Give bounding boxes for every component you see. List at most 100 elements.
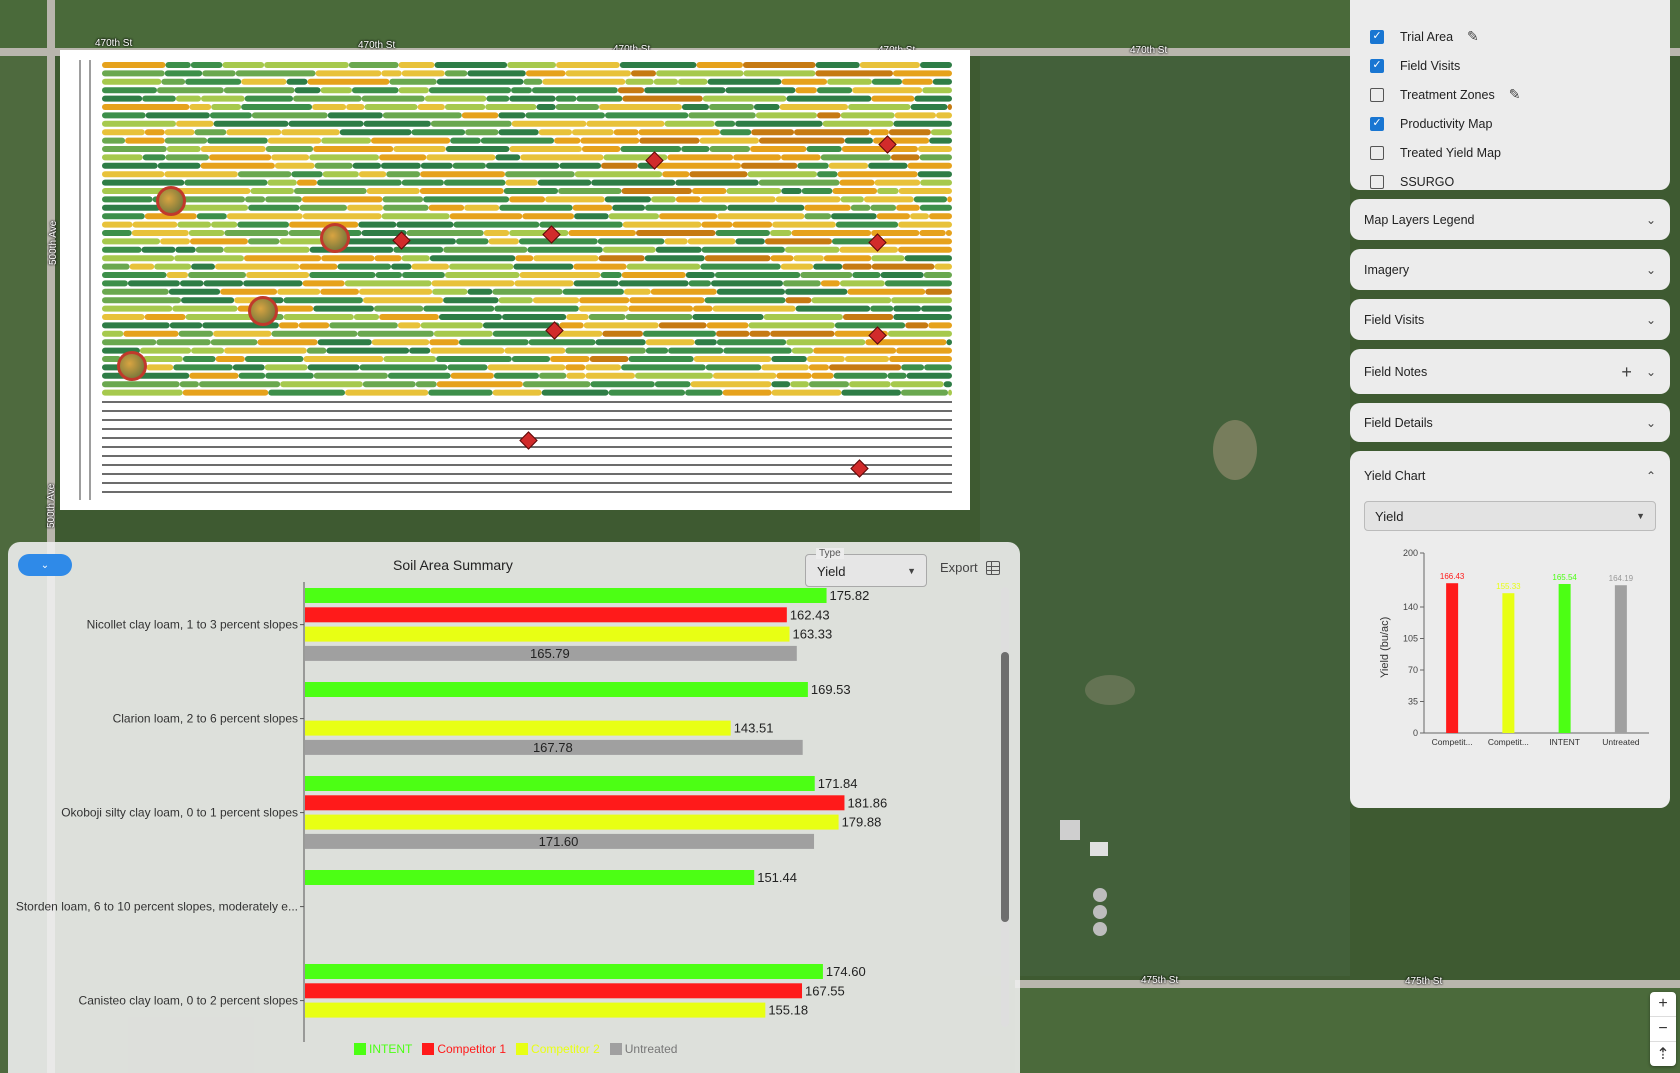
yield-strip-segment: [579, 297, 630, 304]
checkbox-unchecked-icon[interactable]: [1370, 174, 1384, 189]
yield-strip-segment: [213, 120, 289, 127]
bar-competitor-2[interactable]: [305, 814, 839, 830]
yield-bar[interactable]: [1558, 584, 1571, 733]
yield-strip-segment: [505, 171, 575, 178]
field-visit-photo-marker[interactable]: [156, 186, 186, 216]
field-visit-photo-marker[interactable]: [117, 351, 147, 381]
bar-intent[interactable]: [305, 964, 823, 979]
yield-strip-segment: [863, 196, 914, 203]
pencil-icon[interactable]: ✎: [1509, 86, 1521, 103]
farm-building: [1090, 842, 1108, 856]
yield-chart-header[interactable]: Yield Chart ⌃: [1364, 451, 1656, 501]
yield-metric-select[interactable]: Yield ▼: [1364, 501, 1656, 531]
yield-strip-segment: [770, 230, 792, 236]
bar-competitor-2[interactable]: [305, 626, 790, 642]
add-note-icon[interactable]: +: [1621, 363, 1632, 381]
legend-swatch: [422, 1043, 435, 1055]
pencil-icon[interactable]: ✎: [1467, 28, 1479, 45]
bar-intent[interactable]: [305, 682, 808, 697]
yield-strip-segment: [921, 305, 952, 312]
yield-strip-segment: [320, 87, 352, 94]
grain-bin: [1093, 922, 1107, 936]
layer-treatment-zones[interactable]: Treatment Zones ✎: [1350, 80, 1670, 109]
yield-strip-segment: [550, 356, 590, 362]
yield-strip-segment: [887, 372, 907, 379]
layer-productivity-map[interactable]: ✓ Productivity Map: [1350, 109, 1670, 138]
yield-strip-segment: [887, 330, 952, 337]
yield-strip-segment: [822, 120, 894, 127]
yield-bar[interactable]: [1502, 593, 1515, 733]
accordion-field-notes[interactable]: Field Notes + ⌄: [1350, 349, 1670, 394]
legend-item-competitor2[interactable]: Competitor 2: [516, 1042, 600, 1056]
bar-intent[interactable]: [305, 776, 815, 791]
bar-intent[interactable]: [305, 588, 827, 603]
yield-strip-segment: [194, 129, 227, 136]
yield-strip-segment: [293, 188, 367, 194]
accordion-imagery[interactable]: Imagery ⌄: [1350, 249, 1670, 290]
checkbox-checked-icon[interactable]: ✓: [1370, 116, 1384, 131]
yield-strip-segment: [943, 381, 952, 388]
yield-strip-segment: [675, 196, 701, 203]
yield-bar[interactable]: [1446, 583, 1459, 733]
yield-strip-segment: [438, 314, 503, 320]
yield-strip-segment: [771, 381, 791, 388]
yield-strip-segment: [601, 162, 638, 169]
reset-north-button[interactable]: ⇡: [1650, 1042, 1676, 1066]
bar-competitor-1[interactable]: [305, 607, 787, 623]
field-visit-photo-marker[interactable]: [320, 223, 350, 253]
yield-strip-segment: [919, 62, 952, 68]
export-button[interactable]: Export: [940, 560, 1000, 575]
bar-competitor-1[interactable]: [305, 983, 803, 999]
yield-strip-segment: [449, 263, 514, 270]
yield-strip-segment: [831, 213, 877, 220]
accordion-field-visits[interactable]: Field Visits ⌄: [1350, 299, 1670, 340]
zoom-in-button[interactable]: +: [1650, 992, 1676, 1017]
layer-field-visits[interactable]: ✓ Field Visits: [1350, 51, 1670, 80]
yield-strip-segment: [923, 272, 952, 278]
table-export-icon: [985, 560, 1000, 575]
bar-intent[interactable]: [305, 870, 755, 885]
checkbox-checked-icon[interactable]: ✓: [1370, 58, 1384, 73]
yield-strip-segment: [352, 162, 381, 169]
yield-strip-segment: [515, 255, 534, 262]
layer-trial-area[interactable]: ✓ Trial Area ✎: [1350, 22, 1670, 51]
yield-strip-segment: [179, 381, 199, 388]
legend-item-untreated[interactable]: Untreated: [609, 1042, 677, 1056]
yield-strip-segment: [565, 70, 632, 77]
layer-treated-yield-map[interactable]: Treated Yield Map: [1350, 138, 1670, 167]
layer-ssurgo[interactable]: SSURGO: [1350, 167, 1670, 196]
legend-item-competitor1[interactable]: Competitor 1: [422, 1042, 506, 1056]
yield-strip-segment: [710, 280, 784, 287]
zoom-out-button[interactable]: −: [1650, 1017, 1676, 1042]
yield-strip-segment: [431, 280, 515, 287]
accordion-field-details[interactable]: Field Details ⌄: [1350, 403, 1670, 442]
yield-strip-segment: [485, 104, 537, 110]
collapse-panel-button[interactable]: ⌄: [18, 554, 72, 576]
yield-strip-segment: [406, 230, 484, 236]
field-visit-photo-marker[interactable]: [248, 296, 278, 326]
chart-scrollbar[interactable]: [1001, 587, 1009, 1027]
scrollbar-thumb[interactable]: [1001, 652, 1009, 922]
bar-competitor-1[interactable]: [305, 795, 845, 811]
yield-strip-segment: [545, 196, 605, 203]
legend-item-intent[interactable]: INTENT: [354, 1042, 412, 1056]
yield-strip-segment: [145, 112, 210, 119]
accordion-map-layers-legend[interactable]: Map Layers Legend ⌄: [1350, 199, 1670, 240]
yield-strip-segment: [554, 137, 581, 144]
checkbox-unchecked-icon[interactable]: [1370, 145, 1384, 160]
yield-strip-segment: [185, 314, 258, 320]
bar-competitor-2[interactable]: [305, 1002, 766, 1018]
yield-strip-segment: [691, 188, 727, 194]
yield-strip-segment: [156, 87, 224, 94]
trial-area-boundary[interactable]: [60, 50, 970, 510]
bar-competitor-2[interactable]: [305, 720, 731, 736]
checkbox-checked-icon[interactable]: ✓: [1370, 29, 1384, 44]
yield-strip-segment: [132, 221, 178, 228]
yield-bar[interactable]: [1614, 585, 1627, 733]
checkbox-unchecked-icon[interactable]: [1370, 87, 1384, 102]
yield-strip-segment: [411, 129, 466, 136]
yield-strip-segment: [265, 146, 314, 152]
yield-strip-segment: [222, 62, 265, 68]
right-sidebar: ✓ Trial Area ✎ ✓ Field Visits Treatment …: [1350, 0, 1670, 808]
yield-strip-segment: [893, 314, 952, 320]
